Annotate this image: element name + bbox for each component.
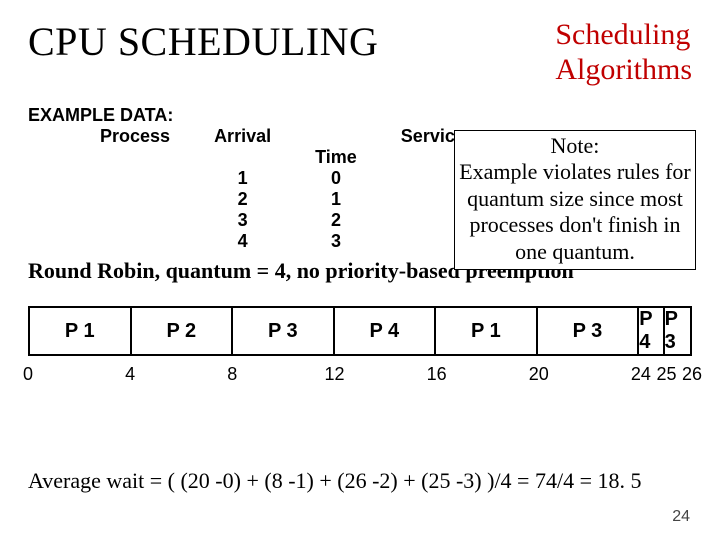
- gantt-tick: 25: [656, 364, 676, 385]
- cell-p: 2: [192, 189, 293, 210]
- gantt-segment: P 1: [436, 308, 538, 354]
- gantt-segment: P 3: [665, 308, 690, 354]
- gantt-tick: 0: [23, 364, 33, 385]
- example-data-header: EXAMPLE DATA:: [28, 105, 692, 126]
- gantt-tick: 20: [529, 364, 549, 385]
- gantt-segment: P 2: [132, 308, 234, 354]
- gantt-segment: P 1: [30, 308, 132, 354]
- gantt-tick: 26: [682, 364, 702, 385]
- gantt-segment: P 3: [538, 308, 640, 354]
- gantt-segment: P 4: [335, 308, 437, 354]
- cell-p: 1: [192, 168, 293, 189]
- title-right: Scheduling Algorithms: [555, 18, 692, 87]
- cell-p: 4: [192, 231, 293, 252]
- cell-arr: 3: [293, 231, 379, 252]
- gantt-tick: 12: [324, 364, 344, 385]
- col-process: Process: [78, 126, 192, 147]
- cell-p: 3: [192, 210, 293, 231]
- gantt-tick: 8: [227, 364, 237, 385]
- note-body: Example violates rules for quantum size …: [459, 159, 691, 263]
- gantt-segment: P 3: [233, 308, 335, 354]
- col-time-arr: Time: [293, 147, 379, 168]
- gantt-bar: P 1P 2P 3P 4P 1P 3P 4P 3: [28, 306, 692, 356]
- cell-arr: 0: [293, 168, 379, 189]
- gantt-segment: P 4: [639, 308, 664, 354]
- title-right-line2: Algorithms: [555, 53, 692, 86]
- title-row: CPU SCHEDULING Scheduling Algorithms: [28, 18, 692, 87]
- cell-arr: 2: [293, 210, 379, 231]
- page-number: 24: [672, 508, 690, 526]
- gantt-chart: P 1P 2P 3P 4P 1P 3P 4P 3 048121620242526: [28, 306, 692, 396]
- col-arrival: Arrival: [192, 126, 293, 147]
- gantt-tick: 24: [631, 364, 651, 385]
- title-right-line1: Scheduling: [555, 18, 690, 51]
- slide: CPU SCHEDULING Scheduling Algorithms EXA…: [0, 0, 720, 540]
- note-title: Note:: [551, 133, 600, 158]
- average-wait-line: Average wait = ( (20 -0) + (8 -1) + (26 …: [28, 468, 692, 494]
- gantt-tick: 16: [427, 364, 447, 385]
- gantt-tick: 4: [125, 364, 135, 385]
- title-left: CPU SCHEDULING: [28, 18, 378, 65]
- note-box: Note: Example violates rules for quantum…: [454, 130, 696, 270]
- cell-arr: 1: [293, 189, 379, 210]
